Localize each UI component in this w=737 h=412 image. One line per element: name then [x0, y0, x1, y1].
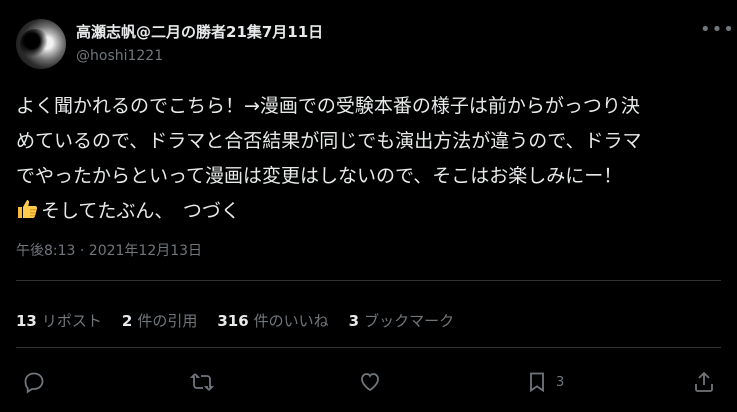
more-options-icon[interactable]: ••• — [700, 21, 734, 42]
action-bar: 3 — [0, 362, 737, 402]
tweet-line-4: そしてたぶん、 つづく — [16, 194, 724, 233]
bookmark-count: 3 — [556, 374, 565, 390]
tweet-timestamp[interactable]: 午後8:13 · 2021年12月13日 — [16, 240, 202, 260]
bookmark-icon — [530, 372, 544, 393]
share-button[interactable] — [692, 370, 716, 394]
avatar[interactable] — [16, 19, 66, 69]
bookmark-stat[interactable]: 3 ブックマーク — [349, 310, 454, 331]
share-icon — [695, 371, 713, 392]
reply-icon — [24, 372, 44, 394]
divider — [16, 347, 721, 348]
reply-button[interactable] — [22, 370, 46, 394]
tweet-line-1: よく聞かれるのでこちら！→漫画での受験本番の様子は前からがっつり決 — [16, 95, 640, 117]
tweet-line-2: めているので、ドラマと合否結果が同じでも演出方法が違うので、ドラマ — [16, 130, 642, 152]
author-name[interactable]: 高瀬志帆@二月の勝者21集7月11日 — [76, 21, 323, 42]
author-handle[interactable]: @hoshi1221 — [76, 48, 163, 64]
quote-stat[interactable]: 2 件の引用 — [122, 310, 197, 331]
repost-button[interactable] — [190, 370, 214, 394]
repost-icon — [190, 373, 214, 391]
tweet-line-4-text: そしてたぶん、 つづく — [41, 200, 240, 222]
tweet-stats: 13 リポスト 2 件の引用 316 件のいいね 3 ブックマーク — [16, 310, 454, 331]
bookmark-button[interactable]: 3 — [525, 370, 564, 394]
like-stat[interactable]: 316 件のいいね — [217, 310, 328, 331]
thumbs-up-icon — [16, 197, 40, 233]
divider — [16, 280, 721, 281]
retweet-stat[interactable]: 13 リポスト — [16, 310, 102, 331]
like-button[interactable] — [358, 370, 382, 394]
heart-icon — [361, 373, 379, 392]
tweet-line-3: でやったからといって漫画は変更はしないので、そこはお楽しみにー！ — [16, 165, 623, 187]
tweet-text: よく聞かれるのでこちら！→漫画での受験本番の様子は前からがっつり決 めているので… — [16, 89, 724, 233]
